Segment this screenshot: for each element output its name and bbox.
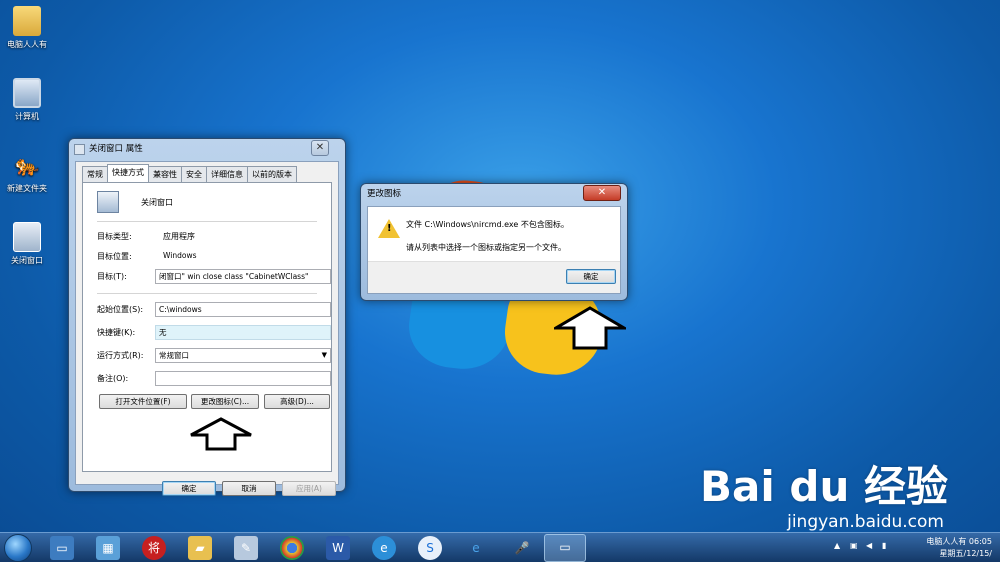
run-select[interactable]: 常规窗口 ▼ <box>155 348 331 363</box>
folder-icon <box>13 6 41 36</box>
comment-field[interactable] <box>155 371 331 386</box>
edge-icon[interactable]: e <box>372 536 396 560</box>
warning-icon: ! <box>378 219 400 238</box>
tab-shortcut[interactable]: 快捷方式 <box>107 164 149 182</box>
tab-compatibility[interactable]: 兼容性 <box>148 166 182 182</box>
desktop-icon-folder[interactable]: 电脑人人有 <box>2 6 52 50</box>
control-panel-icon[interactable]: ▦ <box>96 536 120 560</box>
target-location-label: 目标位置: <box>97 252 132 261</box>
hotkey-field[interactable]: 无 <box>155 325 331 340</box>
tab-general[interactable]: 常规 <box>82 166 108 182</box>
advanced-button[interactable]: 高级(D)... <box>264 394 330 409</box>
signal-icon[interactable]: ▮ <box>882 541 886 550</box>
start-in-label: 起始位置(S): <box>97 305 144 314</box>
target-location-value: Windows <box>163 251 197 260</box>
start-in-field[interactable]: C:\windows <box>155 302 331 317</box>
chrome-icon[interactable] <box>280 536 304 560</box>
tab-details[interactable]: 详细信息 <box>206 166 248 182</box>
sogou-icon[interactable]: S <box>418 536 442 560</box>
target-type-label: 目标类型: <box>97 232 132 241</box>
tab-previous-versions[interactable]: 以前的版本 <box>247 166 297 182</box>
properties-title: 关闭窗口 属性 <box>89 144 143 154</box>
desktop-icon-computer[interactable]: 计算机 <box>2 78 52 122</box>
tray-date[interactable]: 星期五/12/15/ <box>940 548 992 559</box>
run-select-value: 常规窗口 <box>159 351 189 360</box>
shortcut-panel: 关闭窗口 目标类型: 应用程序 目标位置: Windows 目标(T): 闭窗口… <box>82 182 332 472</box>
target-field[interactable]: 闭窗口" win close class "CabinetWClass" <box>155 269 331 284</box>
close-button[interactable]: ✕ <box>311 140 329 156</box>
arrow-up-icon <box>554 306 626 350</box>
desktop-icon-label: 关闭窗口 <box>11 256 43 265</box>
chevron-down-icon: ▼ <box>321 351 327 359</box>
change-icon-title: 更改图标 <box>367 189 402 199</box>
comment-label: 备注(O): <box>97 374 129 383</box>
volume-icon[interactable]: ◀ <box>866 541 872 550</box>
change-icon-titlebar[interactable]: 更改图标 ✕ <box>361 184 627 206</box>
window-icon <box>74 144 85 155</box>
message-line-2: 请从列表中选择一个图标或指定另一个文件。 <box>406 243 566 252</box>
ok-button[interactable]: 确定 <box>566 269 616 284</box>
tray-time[interactable]: 电脑人人有 06:05 <box>926 536 992 547</box>
properties-titlebar[interactable]: 关闭窗口 属性 ✕ <box>69 139 345 161</box>
properties-body: 常规 快捷方式 兼容性 安全 详细信息 以前的版本 关闭窗口 目标类型: 应用程… <box>75 161 339 496</box>
chess-icon[interactable]: 将 <box>142 536 166 560</box>
arrow-up-icon <box>190 417 252 451</box>
system-tray: ▲ ▣ ◀ ▮ 电脑人人有 06:05 星期五/12/15/ <box>828 533 1000 562</box>
hotkey-label: 快捷键(K): <box>97 328 136 337</box>
tab-security[interactable]: 安全 <box>181 166 207 182</box>
divider <box>97 221 317 222</box>
change-icon-button[interactable]: 更改图标(C)... <box>191 394 259 409</box>
message-line-1: 文件 C:\Windows\nircmd.exe 不包含图标。 <box>406 220 569 229</box>
network-icon[interactable]: ▣ <box>850 541 858 550</box>
taskbar: ▭ ▦ 将 ▰ ✎ W e S e 🎤 ▭ ▲ ▣ ◀ ▮ 电脑人人有 06:0… <box>0 532 1000 562</box>
computer-icon <box>13 78 41 108</box>
shortcut-icon <box>97 191 119 213</box>
target-type-value: 应用程序 <box>163 232 195 241</box>
baidu-watermark: Bai du 经验 <box>700 462 948 511</box>
tab-strip: 常规 快捷方式 兼容性 安全 详细信息 以前的版本 <box>82 164 297 182</box>
change-icon-body: ! 文件 C:\Windows\nircmd.exe 不包含图标。 请从列表中选… <box>367 206 621 294</box>
desktop-icon-label: 新建文件夹 <box>7 184 47 193</box>
properties-dialog: 关闭窗口 属性 ✕ 常规 快捷方式 兼容性 安全 详细信息 以前的版本 关闭窗口… <box>68 138 346 496</box>
desktop-icon-label: 计算机 <box>15 112 39 121</box>
message-footer: 确定 <box>368 261 620 293</box>
close-button[interactable]: ✕ <box>583 185 621 201</box>
desktop-icon-close-window[interactable]: 关闭窗口 <box>2 222 52 266</box>
baidu-url: jingyan.baidu.com <box>787 512 944 532</box>
open-file-location-button[interactable]: 打开文件位置(F) <box>99 394 187 409</box>
start-button[interactable] <box>4 534 32 562</box>
ok-button[interactable]: 确定 <box>162 481 216 496</box>
cancel-button[interactable]: 取消 <box>222 481 276 496</box>
window-icon[interactable]: ▭ <box>544 534 586 562</box>
word-icon[interactable]: W <box>326 536 350 560</box>
ie-icon[interactable]: e <box>464 536 488 560</box>
tray-chevron-icon[interactable]: ▲ <box>834 541 840 550</box>
change-icon-dialog: 更改图标 ✕ ! 文件 C:\Windows\nircmd.exe 不包含图标。… <box>360 183 628 301</box>
shortcut-name: 关闭窗口 <box>141 198 173 207</box>
desktop-icon-label: 电脑人人有 <box>7 40 47 49</box>
desktop-icon-new-folder[interactable]: 🐅 新建文件夹 <box>2 150 52 194</box>
run-label: 运行方式(R): <box>97 351 144 360</box>
divider <box>97 293 317 294</box>
tiger-icon: 🐅 <box>14 153 40 177</box>
folder-icon[interactable]: ▰ <box>188 536 212 560</box>
paint-icon[interactable]: ✎ <box>234 536 258 560</box>
desktop-icon[interactable]: ▭ <box>50 536 74 560</box>
shortcut-icon <box>13 222 41 252</box>
target-label: 目标(T): <box>97 272 127 281</box>
apply-button[interactable]: 应用(A) <box>282 481 336 496</box>
microphone-icon[interactable]: 🎤 <box>510 536 534 560</box>
